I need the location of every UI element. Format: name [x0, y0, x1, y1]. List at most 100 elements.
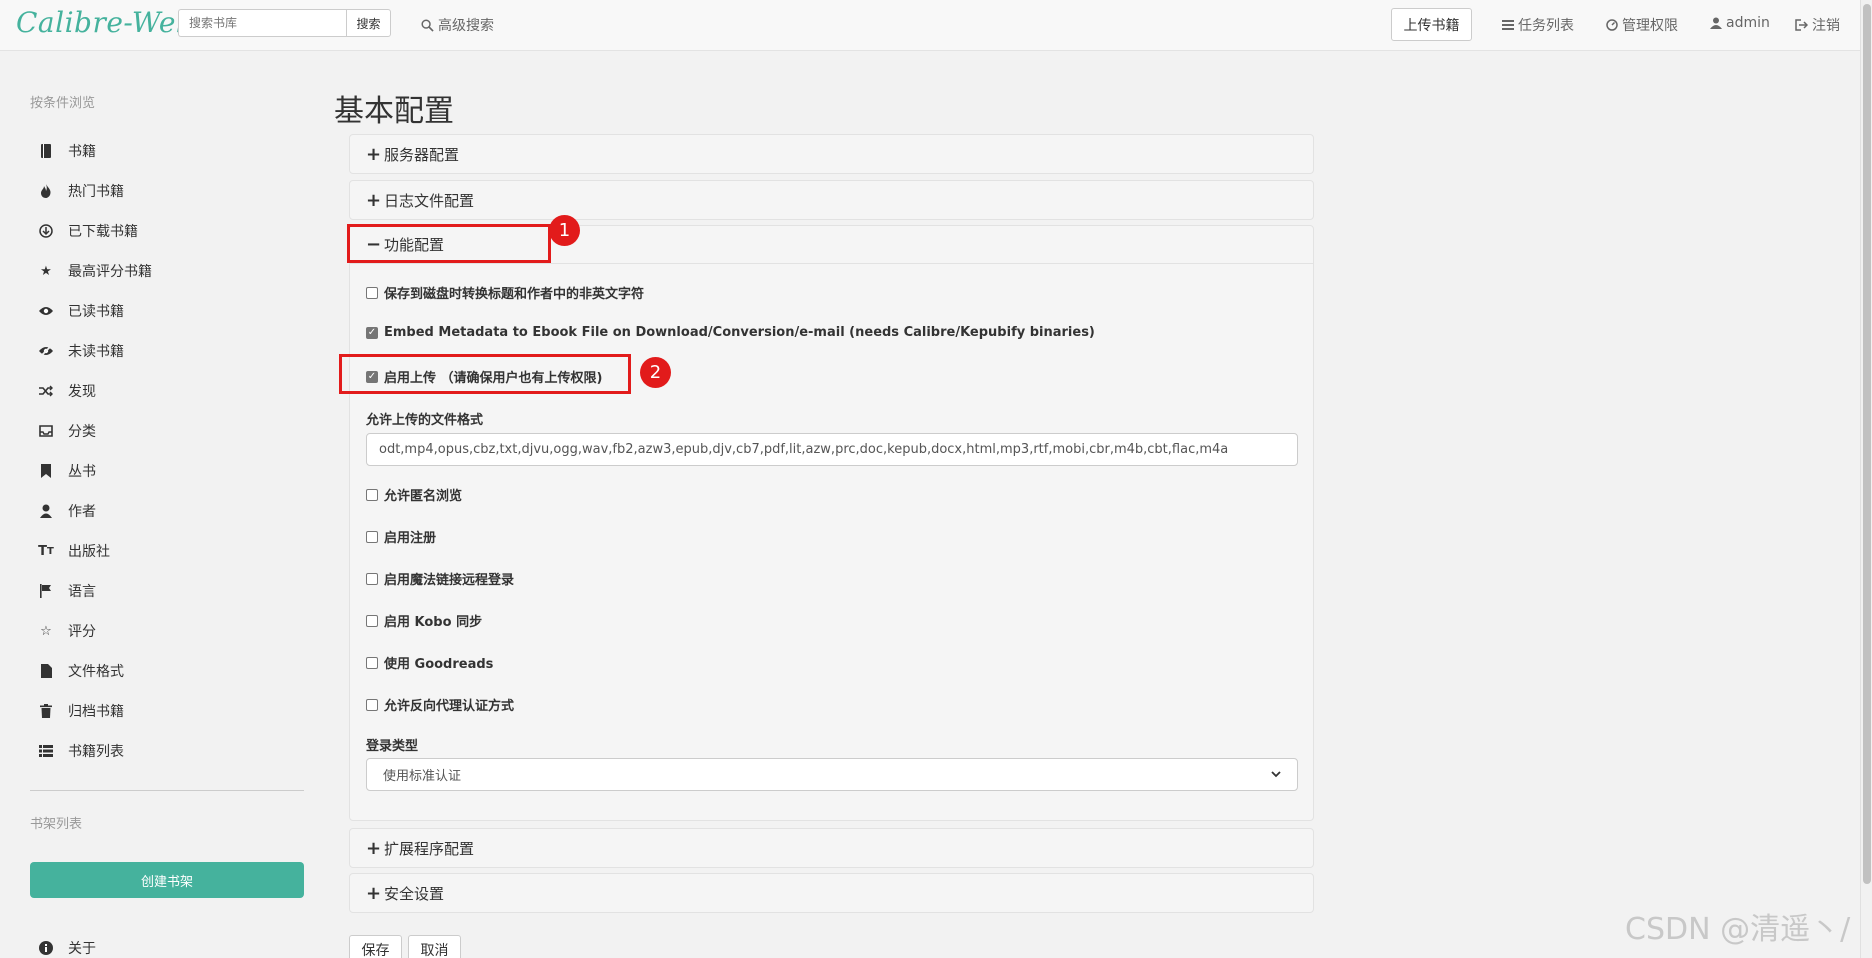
search-button[interactable]: 搜索 — [346, 9, 391, 37]
sidebar-item-read[interactable]: 已读书籍 — [38, 301, 124, 321]
sidebar-item-categories[interactable]: 分类 — [38, 421, 96, 441]
public-registration-checkbox[interactable] — [366, 530, 378, 543]
user-icon — [38, 503, 54, 519]
advanced-search-link[interactable]: 高级搜索 — [421, 15, 494, 35]
tasks-icon — [1502, 20, 1514, 30]
option-public-registration[interactable]: 启用注册 — [366, 527, 436, 546]
unicode-filename-checkbox[interactable] — [366, 286, 378, 299]
user-profile-link[interactable]: admin — [1710, 15, 1770, 31]
logout-link[interactable]: 注销 — [1795, 15, 1840, 35]
sidebar-item-about[interactable]: 关于 — [38, 938, 96, 958]
sidebar-item-label: 最高评分书籍 — [68, 264, 152, 280]
page-scrollbar[interactable] — [1860, 0, 1872, 958]
admin-settings-link[interactable]: 管理权限 — [1606, 15, 1678, 35]
sidebar-item-discover[interactable]: 发现 — [38, 381, 96, 401]
inbox-icon — [38, 423, 54, 439]
option-goodreads[interactable]: 使用 Goodreads — [366, 653, 493, 672]
shelves-heading: 书架列表 — [30, 817, 83, 832]
list-icon — [38, 743, 54, 759]
panel-logfile-toggle[interactable]: + 日志文件配置 — [350, 181, 1313, 219]
plus-icon: + — [366, 143, 382, 165]
plus-icon: + — [366, 882, 382, 904]
sidebar-item-archived[interactable]: 归档书籍 — [38, 701, 124, 721]
upload-formats-input[interactable] — [366, 433, 1298, 466]
option-label: 允许反向代理认证方式 — [384, 699, 515, 714]
sidebar-item-label: 评分 — [68, 624, 96, 640]
panel-logfile-config: + 日志文件配置 — [349, 180, 1314, 220]
sidebar-item-top-rated[interactable]: ★ 最高评分书籍 — [38, 261, 152, 281]
sidebar-item-languages[interactable]: 语言 — [38, 581, 96, 601]
option-label: 保存到磁盘时转换标题和作者中的非英文字符 — [384, 287, 645, 302]
sidebar-item-ratings[interactable]: ☆ 评分 — [38, 621, 96, 641]
sidebar-item-publishers[interactable]: TT 出版社 — [38, 541, 110, 561]
advanced-search-label: 高级搜索 — [438, 18, 494, 34]
tasks-link[interactable]: 任务列表 — [1502, 15, 1574, 35]
admin-settings-label: 管理权限 — [1622, 18, 1678, 34]
file-icon — [38, 663, 54, 679]
option-label: 启用注册 — [384, 531, 437, 546]
login-type-select[interactable]: 使用标准认证 — [366, 758, 1298, 791]
eye-open-icon — [38, 303, 54, 319]
user-icon — [1710, 17, 1722, 29]
sidebar-item-books[interactable]: 书籍 — [38, 141, 96, 161]
login-type-label: 登录类型 — [366, 739, 419, 754]
sidebar-item-book-list[interactable]: 书籍列表 — [38, 741, 124, 761]
logout-icon — [1795, 19, 1808, 31]
star-empty-icon: ☆ — [40, 623, 52, 639]
sidebar-item-label: 语言 — [68, 584, 96, 600]
sidebar-item-label: 已下载书籍 — [68, 224, 138, 240]
panel-security-toggle[interactable]: + 安全设置 — [350, 874, 1313, 912]
option-label: 使用 Goodreads — [384, 657, 494, 672]
option-remote-login[interactable]: 启用魔法链接远程登录 — [366, 569, 514, 588]
remote-login-checkbox[interactable] — [366, 572, 378, 585]
sidebar-item-label: 关于 — [68, 941, 96, 957]
option-embed-metadata[interactable]: ✓ Embed Metadata to Ebook File on Downlo… — [366, 325, 1095, 340]
sidebar-item-formats[interactable]: 文件格式 — [38, 661, 124, 681]
option-reverse-proxy[interactable]: 允许反向代理认证方式 — [366, 695, 514, 714]
panel-server-toggle[interactable]: + 服务器配置 — [350, 135, 1313, 173]
eye-close-icon — [38, 343, 54, 359]
brand-logo[interactable]: Calibre-Web — [16, 6, 194, 39]
book-icon — [38, 143, 54, 159]
scrollbar-thumb[interactable] — [1863, 4, 1871, 884]
create-shelf-button[interactable]: 创建书架 — [30, 862, 304, 898]
text-size-icon: TT — [38, 543, 54, 559]
save-button[interactable]: 保存 — [349, 935, 402, 958]
sidebar-divider — [30, 790, 304, 791]
sidebar-item-hot-books[interactable]: 热门书籍 — [38, 181, 124, 201]
reverse-proxy-checkbox[interactable] — [366, 698, 378, 711]
panel-external-toggle[interactable]: + 扩展程序配置 — [350, 829, 1313, 867]
sidebar-item-series[interactable]: 丛书 — [38, 461, 96, 481]
option-anonymous-browse[interactable]: 允许匿名浏览 — [366, 485, 462, 504]
fire-icon — [38, 183, 54, 199]
sidebar-item-label: 文件格式 — [68, 664, 124, 680]
panel-server-config: + 服务器配置 — [349, 134, 1314, 174]
sidebar-item-label: 已读书籍 — [68, 304, 124, 320]
search-icon — [421, 18, 434, 32]
option-kobo-sync[interactable]: 启用 Kobo 同步 — [366, 611, 482, 630]
panel-server-title: 服务器配置 — [384, 145, 460, 164]
upload-book-button[interactable]: 上传书籍 — [1391, 8, 1472, 41]
sidebar-item-authors[interactable]: 作者 — [38, 501, 96, 521]
anonymous-browse-checkbox[interactable] — [366, 488, 378, 501]
watermark: CSDN @清遥丶/ — [1625, 912, 1851, 947]
logout-label: 注销 — [1812, 18, 1840, 34]
bookmark-icon — [38, 463, 54, 479]
flag-icon — [38, 583, 54, 599]
kobo-sync-checkbox[interactable] — [366, 614, 378, 627]
goodreads-checkbox[interactable] — [366, 656, 378, 669]
chevron-down-icon — [1271, 771, 1281, 778]
option-label: 启用 Kobo 同步 — [384, 615, 483, 630]
option-unicode-filename[interactable]: 保存到磁盘时转换标题和作者中的非英文字符 — [366, 283, 644, 302]
sidebar-item-downloaded[interactable]: 已下载书籍 — [38, 221, 138, 241]
cancel-button[interactable]: 取消 — [408, 935, 461, 958]
annotation-box-1 — [347, 224, 551, 263]
search-input[interactable] — [178, 9, 347, 37]
option-label: Embed Metadata to Ebook File on Download… — [384, 325, 1095, 340]
sidebar-item-unread[interactable]: 未读书籍 — [38, 341, 124, 361]
download-icon — [38, 223, 54, 239]
embed-metadata-checkbox[interactable]: ✓ — [366, 326, 378, 339]
panel-security-config: + 安全设置 — [349, 873, 1314, 913]
sidebar-item-label: 出版社 — [68, 544, 110, 560]
trash-icon — [38, 703, 54, 719]
